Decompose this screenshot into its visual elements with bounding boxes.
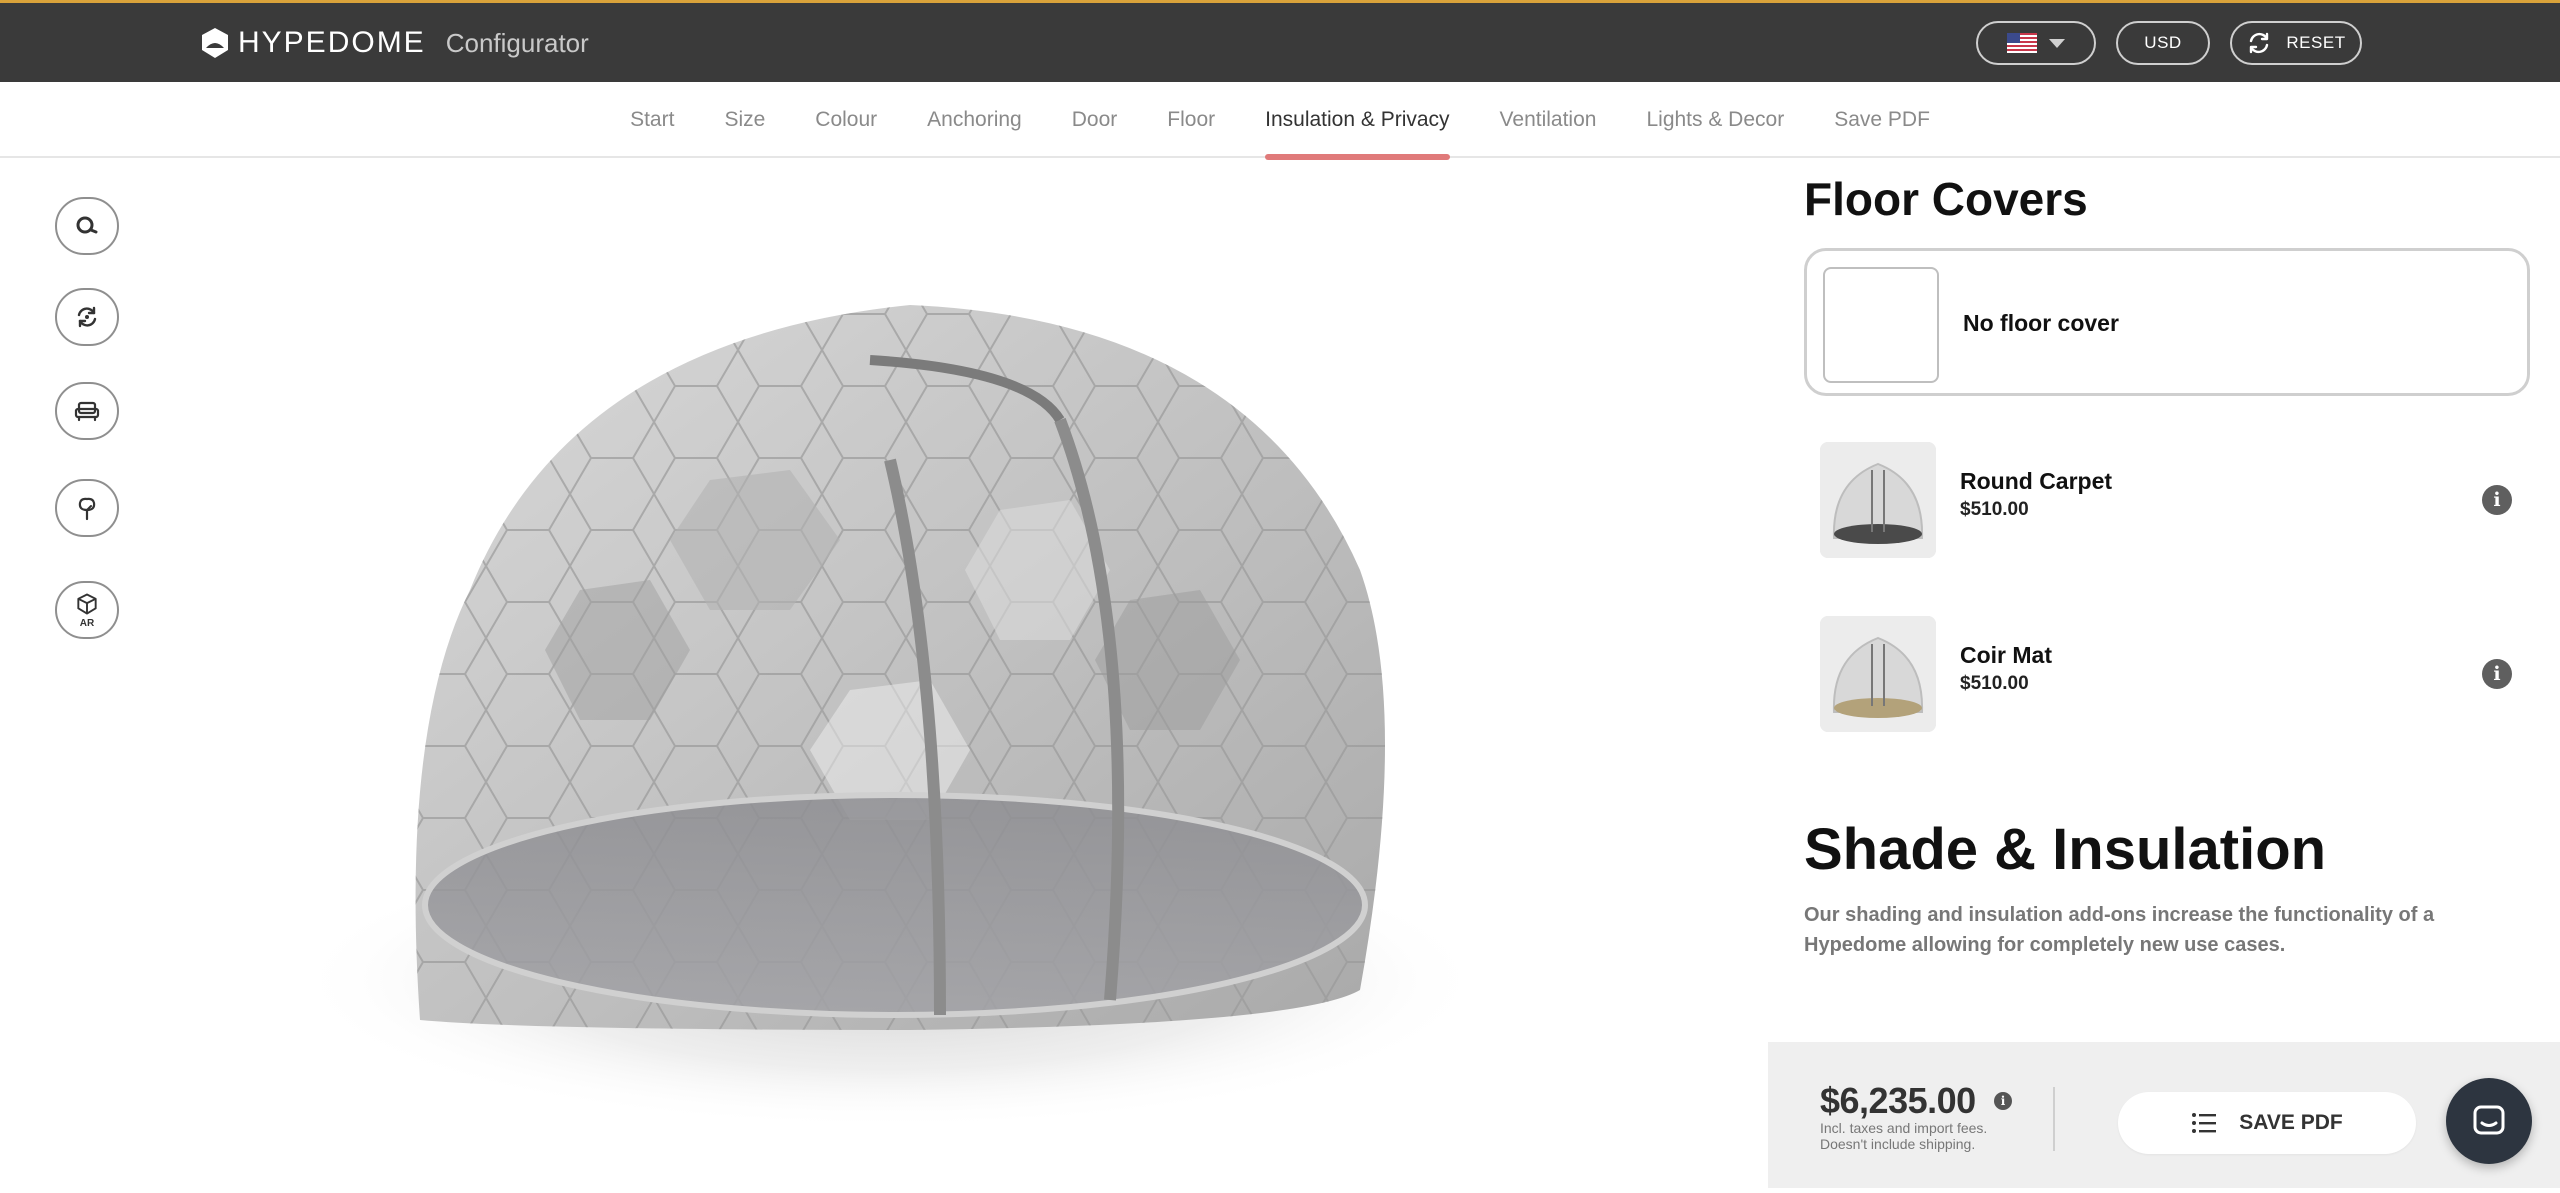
chat-button[interactable] bbox=[2446, 1078, 2532, 1164]
list-icon bbox=[2192, 1113, 2217, 1133]
option-price: $510.00 bbox=[1960, 499, 2029, 520]
tab-start[interactable]: Start bbox=[630, 82, 674, 158]
price-note: Incl. taxes and import fees. Doesn't inc… bbox=[1820, 1120, 2020, 1152]
chevron-down-icon bbox=[2049, 38, 2065, 48]
us-flag-icon bbox=[2007, 33, 2037, 53]
dome-3d-viewer[interactable] bbox=[150, 170, 1750, 1188]
plant-icon bbox=[78, 497, 96, 521]
save-pdf-button[interactable]: SAVE PDF bbox=[2118, 1092, 2416, 1154]
brand[interactable]: HYPEDOME Configurator bbox=[198, 25, 589, 61]
info-icon[interactable]: i bbox=[2482, 485, 2512, 515]
shade-insulation-heading: Shade & Insulation bbox=[1804, 817, 2327, 882]
brand-subtitle: Configurator bbox=[445, 27, 589, 58]
currency-selector[interactable]: USD bbox=[2116, 21, 2210, 65]
option-name: No floor cover bbox=[1963, 310, 2119, 336]
option-name: Coir Mat bbox=[1960, 642, 2052, 668]
top-bar: HYPEDOME Configurator USD RESET bbox=[0, 0, 2560, 82]
refresh-icon bbox=[2250, 32, 2269, 54]
ar-label: AR bbox=[79, 618, 95, 629]
brand-name: HYPEDOME bbox=[238, 26, 426, 59]
country-selector[interactable] bbox=[1976, 21, 2096, 65]
option-name: Round Carpet bbox=[1960, 468, 2113, 494]
chat-icon bbox=[2473, 1105, 2505, 1135]
option-no-floor-cover[interactable]: No floor cover bbox=[1804, 248, 2530, 396]
price-note-line: Incl. taxes and import fees. bbox=[1820, 1120, 1988, 1136]
tab-anchoring[interactable]: Anchoring bbox=[927, 82, 1022, 158]
option-thumbnail-empty bbox=[1823, 267, 1939, 383]
option-coir-mat[interactable]: Coir Mat $510.00 i bbox=[1804, 600, 2530, 748]
step-navigation: Start Size Colour Anchoring Door Floor I… bbox=[0, 82, 2560, 160]
save-pdf-label: SAVE PDF bbox=[2239, 1111, 2343, 1134]
tab-insulation-privacy[interactable]: Insulation & Privacy bbox=[1265, 82, 1450, 160]
tab-lights-decor[interactable]: Lights & Decor bbox=[1646, 82, 1784, 158]
price-info-icon[interactable]: i bbox=[1994, 1092, 2012, 1110]
option-round-carpet[interactable]: Round Carpet $510.00 i bbox=[1804, 426, 2530, 574]
tab-size[interactable]: Size bbox=[724, 82, 765, 158]
furniture-tool-button[interactable] bbox=[55, 382, 119, 440]
armchair-icon bbox=[74, 401, 100, 422]
tab-floor[interactable]: Floor bbox=[1167, 82, 1215, 158]
floor-covers-heading: Floor Covers bbox=[1804, 173, 2088, 225]
reset-label: RESET bbox=[2286, 33, 2346, 52]
price-footer: $6,235.00 i Incl. taxes and import fees.… bbox=[1768, 1042, 2560, 1188]
top-controls: USD RESET bbox=[1976, 21, 2362, 65]
rotate-icon bbox=[77, 306, 97, 328]
plant-tool-button[interactable] bbox=[55, 479, 119, 537]
tab-save-pdf[interactable]: Save PDF bbox=[1834, 82, 1930, 158]
tab-colour[interactable]: Colour bbox=[815, 82, 877, 158]
reset-button[interactable]: RESET bbox=[2230, 21, 2362, 65]
divider bbox=[2053, 1087, 2055, 1151]
hypedome-logo-icon bbox=[202, 28, 228, 58]
info-icon[interactable]: i bbox=[2482, 659, 2512, 689]
option-price: $510.00 bbox=[1960, 673, 2029, 694]
tab-door[interactable]: Door bbox=[1072, 82, 1118, 158]
cube-icon bbox=[77, 593, 97, 615]
zoom-icon bbox=[76, 216, 98, 234]
round-carpet-thumbnail bbox=[1820, 442, 1936, 558]
rotate-tool-button[interactable] bbox=[55, 288, 119, 346]
coir-mat-thumbnail bbox=[1820, 616, 1936, 732]
dome-model-image bbox=[290, 305, 1490, 1130]
options-panel: Floor Covers No floor cover Round Carpet… bbox=[1768, 158, 2560, 1188]
zoom-tool-button[interactable] bbox=[55, 197, 119, 255]
ar-tool-button[interactable]: AR bbox=[55, 581, 119, 639]
total-price: $6,235.00 bbox=[1820, 1080, 1976, 1121]
shade-insulation-description: Our shading and insulation add-ons incre… bbox=[1804, 904, 2435, 956]
tab-ventilation[interactable]: Ventilation bbox=[1500, 82, 1597, 158]
price-note-line: Doesn't include shipping. bbox=[1820, 1136, 1976, 1152]
